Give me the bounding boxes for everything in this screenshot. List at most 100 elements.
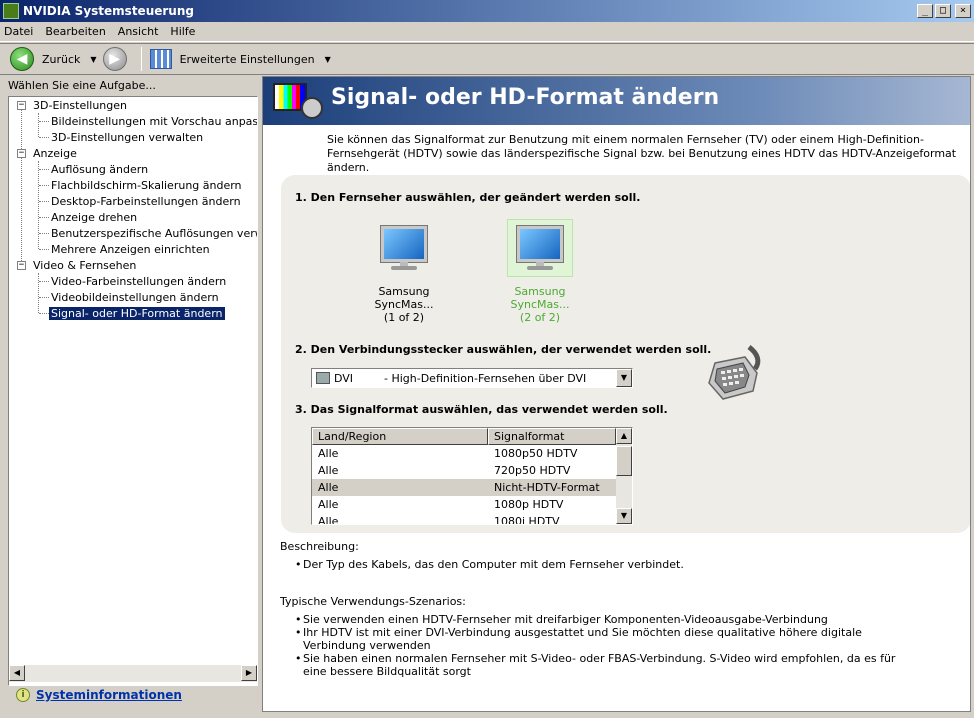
title-bar: NVIDIA Systemsteuerung _ □ × [0, 0, 974, 22]
column-header-format[interactable]: Signalformat [488, 428, 616, 445]
tree-group-video[interactable]: Video & Fernsehen [33, 259, 136, 272]
tree-item-3d-verwalten[interactable]: 3D-Einstellungen verwalten [51, 131, 203, 144]
system-info-link[interactable]: i Systeminformationen [16, 688, 182, 702]
tree-horizontal-scrollbar[interactable]: ◀ ▶ [9, 665, 257, 682]
back-arrow-icon[interactable]: ◀ [10, 47, 34, 71]
tv-option-1-name: Samsung SyncMas... [374, 285, 434, 311]
collapse-icon[interactable]: − [17, 261, 26, 270]
dvi-plug-icon [316, 372, 330, 384]
tree-line [39, 201, 49, 202]
row-format: 1080i HDTV [494, 515, 560, 525]
tree-item-skalierung[interactable]: Flachbildschirm-Skalierung ändern [51, 179, 242, 192]
tree-item-video-farben[interactable]: Video-Farbeinstellungen ändern [51, 275, 226, 288]
list-header: Land/Region Signalformat [312, 428, 616, 445]
scroll-track[interactable] [25, 665, 241, 682]
list-item[interactable]: Alle 1080p HDTV [312, 496, 616, 513]
nvidia-app-icon [3, 3, 19, 19]
row-format: 1080p50 HDTV [494, 447, 578, 460]
back-dropdown-icon[interactable]: ▼ [90, 55, 96, 64]
list-item: • Der Typ des Kabels, das den Computer mi… [295, 558, 684, 571]
menu-bearbeiten[interactable]: Bearbeiten [45, 25, 105, 38]
toolbar-separator [140, 47, 142, 71]
description-list: • Der Typ des Kabels, das den Computer mi… [295, 558, 915, 571]
scroll-down-icon[interactable]: ▼ [616, 508, 632, 524]
close-button[interactable]: × [955, 4, 971, 18]
row-region: Alle [318, 481, 339, 494]
tree-line [39, 169, 49, 170]
intro-text: Sie können das Signalformat zur Benutzun… [327, 133, 957, 174]
maximize-button[interactable]: □ [935, 4, 951, 18]
advanced-dropdown-icon[interactable]: ▼ [325, 55, 331, 64]
column-header-region[interactable]: Land/Region [312, 428, 488, 445]
scroll-up-icon[interactable]: ▲ [616, 428, 632, 444]
menu-hilfe[interactable]: Hilfe [170, 25, 195, 38]
list-item: • Sie haben einen normalen Fernseher mit … [295, 652, 915, 678]
tree-line [38, 113, 39, 137]
system-info-label[interactable]: Systeminformationen [36, 688, 182, 702]
tree-item-desktop-farben[interactable]: Desktop-Farbeinstellungen ändern [51, 195, 241, 208]
tree-item-anzeige-drehen[interactable]: Anzeige drehen [51, 211, 137, 224]
signal-format-list[interactable]: Land/Region Signalformat Alle 1080p50 HD… [311, 427, 633, 525]
collapse-icon[interactable]: − [17, 101, 26, 110]
menu-ansicht[interactable]: Ansicht [118, 25, 159, 38]
connector-description: - High-Definition-Fernsehen über DVI [384, 371, 587, 385]
step1-heading: 1. Den Fernseher auswählen, der geändert… [295, 191, 641, 204]
list-item-selected[interactable]: Alle Nicht-HDTV-Format [312, 479, 616, 496]
advanced-settings-button[interactable]: Erweiterte Einstellungen [180, 53, 315, 66]
tv-signal-icon [273, 83, 325, 119]
step3-heading: 3. Das Signalformat auswählen, das verwe… [295, 403, 668, 416]
dvi-connector-icon [708, 345, 761, 400]
tree-line [39, 249, 49, 250]
row-region: Alle [318, 515, 339, 525]
tree-line [39, 217, 49, 218]
page-title: Signal- oder HD-Format ändern [331, 85, 720, 110]
tree-group-3d[interactable]: 3D-Einstellungen [33, 99, 127, 112]
scroll-left-icon[interactable]: ◀ [9, 665, 25, 681]
list-item[interactable]: Alle 1080p50 HDTV [312, 445, 616, 462]
tree-item-aufloesung[interactable]: Auflösung ändern [51, 163, 148, 176]
task-tree: − 3D-Einstellungen Bildeinstellungen mit… [8, 96, 258, 686]
tree-item-bildeinstellungen[interactable]: Bildeinstellungen mit Vorschau anpassen [51, 115, 257, 128]
minimize-button[interactable]: _ [917, 4, 933, 18]
tree-content: − 3D-Einstellungen Bildeinstellungen mit… [9, 97, 257, 665]
connector-select[interactable]: DVI - High-Definition-Fernsehen über DVI… [311, 368, 633, 388]
collapse-icon[interactable]: − [17, 149, 26, 158]
info-icon: i [16, 688, 30, 702]
row-format: 1080p HDTV [494, 498, 564, 511]
row-format: Nicht-HDTV-Format [494, 481, 600, 494]
tree-line [38, 161, 39, 249]
scroll-right-icon[interactable]: ▶ [241, 665, 257, 681]
forward-arrow-icon[interactable]: ▶ [102, 47, 127, 71]
list-item: • Ihr HDTV ist mit einer DVI-Verbindung a… [295, 626, 915, 652]
menu-bar: Datei Bearbeiten Ansicht Hilfe [0, 22, 974, 42]
task-pane: Wählen Sie eine Aufgabe... − 3D-Einstell… [4, 76, 258, 712]
menu-datei[interactable]: Datei [4, 25, 33, 38]
scenario-item: Ihr HDTV ist mit einer DVI-Verbindung au… [303, 626, 862, 652]
tree-item-signal-format[interactable]: Signal- oder HD-Format ändern [49, 307, 225, 320]
tree-item-videobild[interactable]: Videobildeinstellungen ändern [51, 291, 219, 304]
tree-line [39, 281, 49, 282]
step2-heading: 2. Den Verbindungsstecker auswählen, der… [295, 343, 712, 356]
scenario-item: Sie haben einen normalen Fernseher mit S… [303, 652, 896, 678]
tree-line [39, 313, 49, 314]
advanced-settings-icon[interactable] [149, 49, 172, 69]
tv-monitor-icon [371, 219, 437, 277]
list-vertical-scrollbar[interactable]: ▲ ▼ [616, 428, 632, 524]
film-reel-icon [301, 97, 323, 119]
content-pane: Signal- oder HD-Format ändern Sie können… [262, 76, 971, 712]
tree-item-benutzer-aufloesungen[interactable]: Benutzerspezifische Auflösungen verwalte… [51, 227, 257, 240]
list-item[interactable]: Alle 1080i HDTV [312, 513, 616, 525]
tree-line [38, 273, 39, 313]
list-item[interactable]: Alle 720p50 HDTV [312, 462, 616, 479]
tree-group-anzeige[interactable]: Anzeige [33, 147, 77, 160]
tree-item-mehrere-anzeigen[interactable]: Mehrere Anzeigen einrichten [51, 243, 210, 256]
tv-option-1[interactable]: Samsung SyncMas... (1 of 2) [367, 219, 441, 324]
row-region: Alle [318, 464, 339, 477]
tree-line [39, 297, 49, 298]
tv-option-2[interactable]: Samsung SyncMas... (2 of 2) [503, 219, 577, 324]
back-button-label[interactable]: Zurück [42, 53, 80, 66]
scenario-item: Sie verwenden einen HDTV-Fernseher mit d… [303, 613, 828, 626]
scroll-thumb[interactable] [616, 446, 632, 476]
chevron-down-icon[interactable]: ▼ [616, 369, 632, 387]
row-format: 720p50 HDTV [494, 464, 571, 477]
